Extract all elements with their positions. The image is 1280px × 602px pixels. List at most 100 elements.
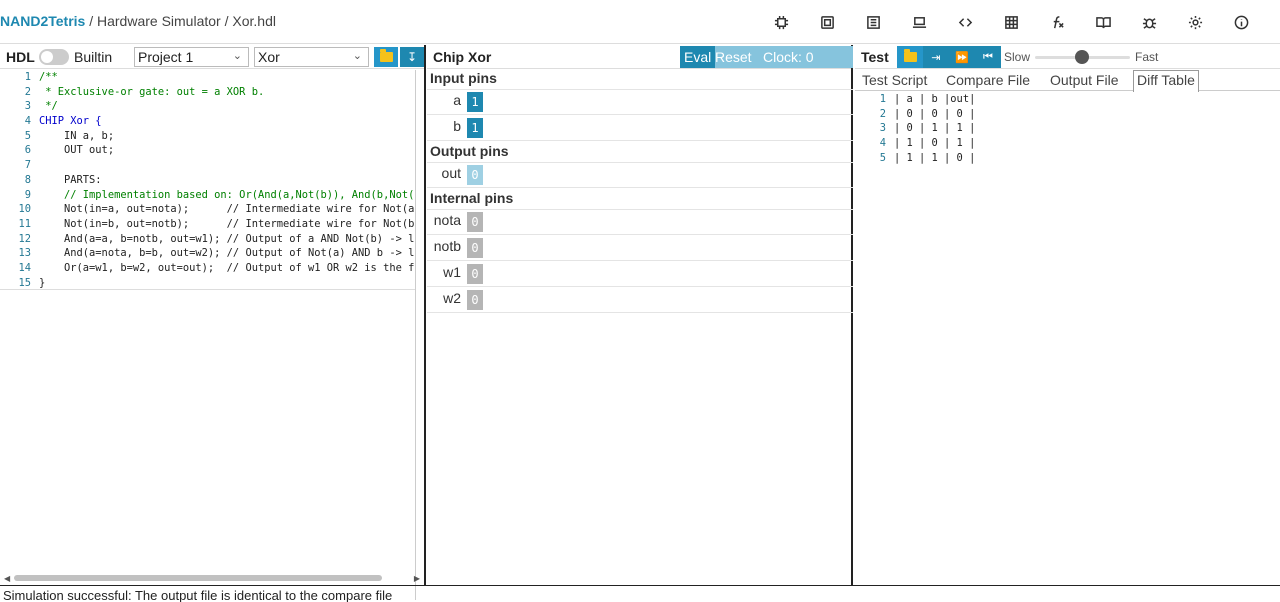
code-icon[interactable] <box>942 11 988 33</box>
diff-table[interactable]: 1 | a | b |out| 2 | 0 | 0 | 0 | 3 | 0 | 1 | 1… <box>855 92 1280 165</box>
builtin-toggle[interactable] <box>39 49 69 65</box>
reset-button[interactable]: Reset <box>715 46 752 68</box>
project-select[interactable]: Project 1 ⌄ <box>134 47 249 67</box>
row-text: | 0 | 0 | 0 | <box>894 107 976 120</box>
function-icon[interactable] <box>1034 11 1080 33</box>
test-header: Test ⇥ ⏩ ⏮ Slow Fast <box>855 45 1280 69</box>
code-text: And(a=a, b=notb, out=w1); // Output of a… <box>39 232 416 245</box>
code-line[interactable]: 2 * Exclusive-or gate: out = a XOR b. <box>0 85 416 100</box>
cpu-icon[interactable] <box>804 11 850 33</box>
eval-toolbar: Eval Reset Clock: 0 <box>680 46 853 68</box>
tab-diff-table[interactable]: Diff Table <box>1133 70 1199 92</box>
pin-name: w2 <box>443 290 461 306</box>
code-line[interactable]: 13 And(a=nota, b=b, out=w2); // Output o… <box>0 246 416 261</box>
bug-icon[interactable] <box>1126 11 1172 33</box>
pin-row: w2 0 <box>427 287 853 313</box>
pin-row: b1 <box>427 115 853 141</box>
tab-output-file[interactable]: Output File <box>1047 71 1121 91</box>
line-number: 8 <box>24 173 31 186</box>
brand-link[interactable]: NAND2Tetris <box>0 13 85 29</box>
hdl-title: HDL <box>6 49 35 65</box>
pin-row: w1 0 <box>427 261 853 287</box>
book-icon[interactable] <box>1080 11 1126 33</box>
pin-name: w1 <box>443 264 461 280</box>
pin-value: 0 <box>467 238 483 258</box>
code-line[interactable]: 4 CHIP Xor { <box>0 114 416 129</box>
table-row: 2 | 0 | 0 | 0 | <box>855 107 1280 122</box>
chip-panel: Chip Xor Eval Reset Clock: 0 Input pins … <box>427 45 853 586</box>
pin-name: notb <box>433 238 461 254</box>
run-button[interactable]: ⏩ <box>949 46 975 68</box>
slow-label: Slow <box>1004 50 1031 64</box>
line-number: 4 <box>24 115 31 128</box>
code-line[interactable]: 7 <box>0 158 416 173</box>
pin-name: a <box>453 92 461 108</box>
chip-header: Chip Xor Eval Reset Clock: 0 <box>427 45 853 69</box>
line-number: 3 <box>24 100 31 113</box>
table-icon[interactable] <box>988 11 1034 33</box>
line-number: 6 <box>24 144 31 157</box>
status-message: Simulation successful: The output file i… <box>3 588 393 602</box>
scroll-left-icon[interactable]: ◀ <box>4 574 10 583</box>
table-row: 5 | 1 | 1 | 0 | <box>855 151 1280 166</box>
chip-select[interactable]: Xor ⌄ <box>254 47 369 67</box>
speed-slider-handle[interactable] <box>1075 50 1089 64</box>
code-line[interactable]: 10 Not(in=a, out=nota); // Intermediate … <box>0 202 416 217</box>
download-button[interactable]: ↧ <box>400 47 424 67</box>
code-text: Or(a=w1, b=w2, out=out); // Output of w1… <box>39 261 416 274</box>
pin-value[interactable]: 1 <box>467 118 483 138</box>
line-number: 3 <box>879 122 886 135</box>
input-pins-title: Input pins <box>430 70 497 86</box>
scrollbar-thumb[interactable] <box>14 575 382 581</box>
row-text: | 0 | 1 | 1 | <box>894 122 976 135</box>
line-number: 12 <box>18 232 31 245</box>
info-icon[interactable] <box>1218 11 1264 33</box>
laptop-icon[interactable] <box>896 11 942 33</box>
code-line[interactable]: 12 And(a=a, b=notb, out=w1); // Output o… <box>0 232 416 247</box>
tab-compare-file[interactable]: Compare File <box>943 71 1033 91</box>
pin-value[interactable]: 1 <box>467 92 483 112</box>
code-line[interactable]: 3 */ <box>0 99 416 114</box>
line-number: 2 <box>24 85 31 98</box>
open-folder-button[interactable] <box>374 47 398 67</box>
code-line[interactable]: 1 /** <box>0 70 416 85</box>
line-number: 9 <box>24 188 31 201</box>
reset-test-button[interactable]: ⏮ <box>975 46 1001 68</box>
code-line[interactable]: 8 PARTS: <box>0 173 416 188</box>
memory-icon[interactable] <box>850 11 896 33</box>
builtin-label: Builtin <box>74 49 113 65</box>
breadcrumb-file: Xor.hdl <box>232 13 276 29</box>
test-tabs: Test Script Compare File Output File Dif… <box>855 69 1280 92</box>
folder-icon <box>379 49 393 62</box>
tab-test-script[interactable]: Test Script <box>859 71 930 91</box>
line-number: 5 <box>879 151 886 164</box>
pin-row: out 0 <box>427 162 853 188</box>
code-line[interactable]: 14 Or(a=w1, b=w2, out=out); // Output of… <box>0 261 416 276</box>
chip-icon[interactable] <box>758 11 804 33</box>
line-number: 10 <box>18 203 31 216</box>
eval-button[interactable]: Eval <box>680 46 716 68</box>
folder-icon <box>903 49 917 62</box>
code-text: Not(in=a, out=nota); // Intermediate wir… <box>39 203 415 216</box>
line-number: 1 <box>879 93 886 105</box>
horizontal-scrollbar[interactable]: ◀ ▶ <box>4 574 420 583</box>
code-text: */ <box>39 100 58 113</box>
line-number: 1 <box>24 71 31 83</box>
breadcrumb-simulator[interactable]: Hardware Simulator <box>97 13 221 29</box>
code-editor[interactable]: 1 /** 2 * Exclusive-or gate: out = a XOR b… <box>0 70 416 290</box>
scroll-right-icon[interactable]: ▶ <box>414 574 420 583</box>
line-number: 15 <box>18 276 31 289</box>
pin-value: 0 <box>467 290 483 310</box>
code-line[interactable]: 9 // Implementation based on: Or(And(a,N… <box>0 188 416 203</box>
gear-icon[interactable] <box>1172 11 1218 33</box>
code-line[interactable]: 6 OUT out; <box>0 143 416 158</box>
code-line[interactable]: 11 Not(in=b, out=notb); // Intermediate … <box>0 217 416 232</box>
hdl-panel: HDL Builtin Project 1 ⌄ Xor ⌄ ↧ 1 /** 2 * … <box>0 45 426 600</box>
line-number: 14 <box>18 261 31 274</box>
load-test-button[interactable] <box>897 46 923 68</box>
code-line[interactable]: 5 IN a, b; <box>0 129 416 144</box>
line-number: 4 <box>879 137 886 150</box>
step-button[interactable]: ⇥ <box>923 46 949 68</box>
code-line[interactable]: 15} <box>0 276 416 289</box>
fast-label: Fast <box>1135 50 1159 64</box>
